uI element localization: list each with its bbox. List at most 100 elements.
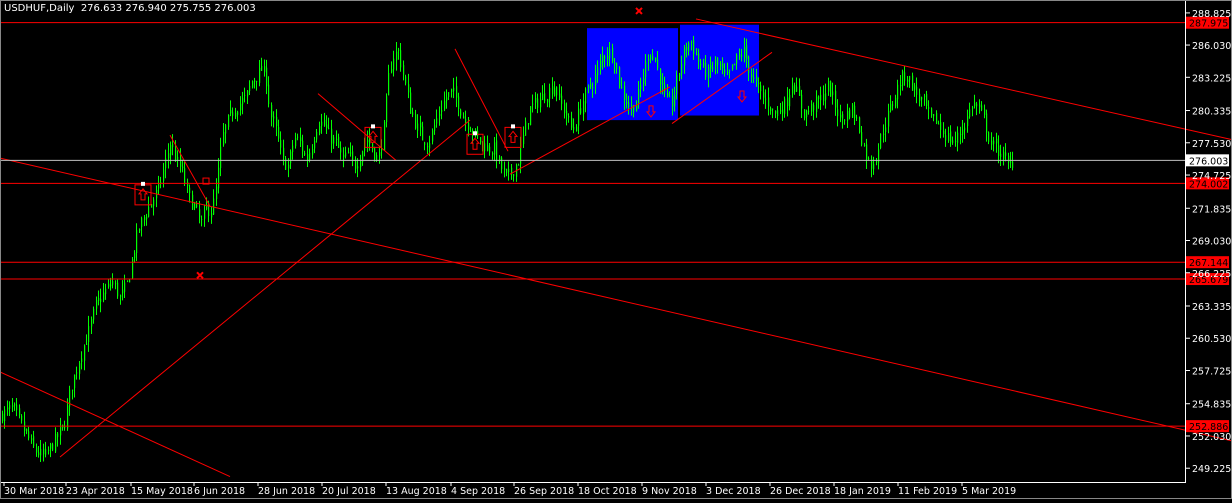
candle-body [290, 151, 292, 164]
chart-window[interactable]: 287.975 274.002 267.144 265.679 252.886 276.0… [0, 0, 1232, 499]
price-tick-label: 254.835 [1192, 400, 1231, 411]
candle-body [640, 84, 642, 89]
candle-body [736, 54, 738, 64]
candle-body [175, 148, 177, 161]
price-tick-label: 249.225 [1192, 464, 1231, 475]
candle-body [686, 46, 688, 51]
candle-body [110, 284, 112, 286]
price-tick-label: 271.835 [1192, 204, 1231, 215]
candle-body [206, 203, 208, 210]
price-tick-label: 257.725 [1192, 366, 1231, 377]
candle-body [739, 54, 741, 58]
candle-body [619, 67, 621, 87]
candle-body [273, 116, 275, 119]
candle-body [117, 282, 119, 297]
candle-body [528, 123, 530, 125]
candle-body [470, 130, 472, 132]
candle-body [2, 413, 4, 422]
candle-body [480, 137, 482, 143]
candle-body [424, 142, 426, 145]
candle-body [98, 297, 100, 301]
candle-body [864, 144, 866, 146]
candle-body [986, 113, 988, 133]
candle-body [112, 281, 114, 285]
candle-body [715, 60, 717, 67]
candle-body [7, 407, 9, 410]
candle-body [115, 283, 117, 285]
candle-body [45, 449, 47, 455]
candle-body [468, 122, 470, 130]
candle-body [177, 156, 179, 160]
candle-body [31, 438, 33, 441]
candle-body [770, 107, 772, 112]
candle-body [861, 132, 863, 145]
candle-body [945, 135, 947, 141]
price-level-label: 287.975 [1189, 19, 1228, 30]
candle-body [429, 143, 431, 149]
candle-body [540, 99, 542, 108]
candle-body [367, 139, 369, 143]
candle-body [223, 131, 225, 145]
candle-body [88, 326, 90, 343]
candle-body [1012, 161, 1014, 168]
candle-body [549, 87, 551, 99]
candle-body [643, 78, 645, 84]
candle-body [324, 120, 326, 126]
candle-body [448, 92, 450, 97]
candle-body [124, 282, 126, 292]
candle-body [832, 91, 834, 96]
candle-body [544, 93, 546, 102]
candle-body [979, 104, 981, 108]
candle-body [57, 433, 59, 438]
candle-body [804, 109, 806, 119]
candle-body [237, 111, 239, 115]
candle-body [148, 206, 150, 217]
candle-body [520, 145, 522, 165]
candle-body [768, 97, 770, 107]
candle-body [463, 116, 465, 119]
candle-body [552, 86, 554, 95]
candle-body [144, 217, 146, 220]
candle-body [748, 56, 750, 73]
candle-body [312, 149, 314, 155]
candle-body [532, 103, 534, 105]
candle-body [789, 94, 791, 107]
candle-body [794, 85, 796, 93]
candle-body [568, 116, 570, 118]
candle-body [962, 129, 964, 135]
candle-body [240, 103, 242, 111]
candle-body [134, 252, 136, 259]
candle-body [336, 138, 338, 140]
candle-body [434, 125, 436, 131]
candle-body [880, 133, 882, 149]
candle-body [873, 164, 875, 170]
time-tick-label: 23 Apr 2018 [66, 486, 125, 497]
candle-body [453, 87, 455, 92]
price-tick-label: 274.725 [1192, 171, 1231, 182]
candle-body [12, 405, 14, 408]
candle-body [492, 152, 494, 155]
candle-body [76, 372, 78, 374]
candle-body [919, 93, 921, 101]
candle-body [232, 112, 234, 116]
time-tick-label: 9 Nov 2018 [642, 486, 697, 497]
candle-body [571, 117, 573, 128]
candle-body [458, 96, 460, 110]
candle-body [722, 63, 724, 68]
candle-body [513, 174, 515, 177]
candle-body [597, 67, 599, 75]
candle-body [542, 94, 544, 100]
candle-body [657, 59, 659, 69]
price-chart[interactable]: 287.975274.002267.144265.679252.886276.0… [0, 0, 1232, 499]
candle-body [842, 114, 844, 119]
candle-body [537, 98, 539, 108]
candle-body [614, 62, 616, 64]
candle-body [808, 110, 810, 112]
candle-body [331, 128, 333, 144]
candle-body [343, 154, 345, 158]
candle-body [484, 143, 486, 152]
candle-body [681, 63, 683, 74]
candle-body [283, 147, 285, 157]
candle-body [14, 403, 16, 406]
candle-body [338, 136, 340, 148]
